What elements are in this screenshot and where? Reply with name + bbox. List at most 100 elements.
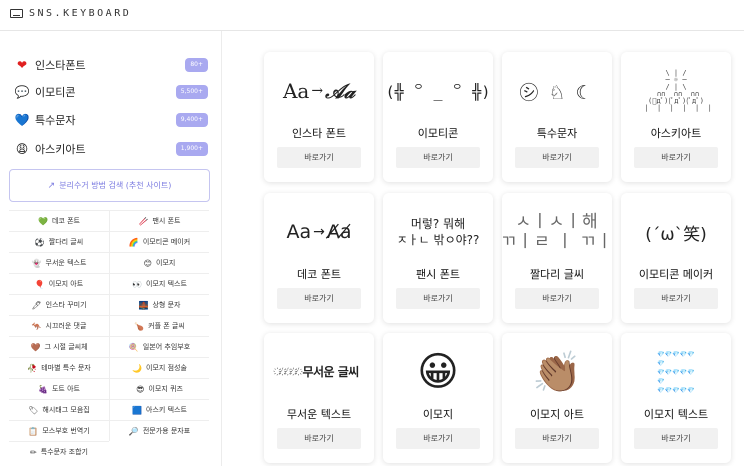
card-fancy-font[interactable]: 머렇? 뭐해 ㅈㅏㄴ 밖ㅇ야?? 팬시 폰트 바로가기 bbox=[383, 193, 493, 323]
card-title: 짤다리 글씨 bbox=[529, 268, 585, 281]
grid-item-japanese-marks[interactable]: 🍭 일본어 추임부호 bbox=[109, 336, 209, 357]
card-preview: ㋛ ♘ ☾ bbox=[519, 81, 595, 104]
grid-item-morse[interactable]: 📋 모스부호 번역기 bbox=[9, 420, 109, 441]
top-bar: SNS.KEYBOARD bbox=[0, 0, 744, 31]
card-insta-font[interactable]: Aa → 𝒜𝒶 인스타 폰트 바로가기 bbox=[264, 52, 374, 182]
lollipop-icon: 🍭 bbox=[128, 342, 139, 352]
go-button[interactable]: 바로가기 bbox=[515, 428, 599, 449]
grid-item-couple-text[interactable]: 🍗 커플 폰 글씨 bbox=[109, 315, 209, 336]
go-button[interactable]: 바로가기 bbox=[515, 147, 599, 168]
grid-item-char-table[interactable]: 🔎 전문가용 문자표 bbox=[109, 420, 209, 441]
grid-item-loud-comment[interactable]: 🦘 시끄러운 댓글 bbox=[9, 315, 109, 336]
grid-item-dot-art[interactable]: 🍇 도트 아트 bbox=[9, 378, 109, 399]
category-ascii-art[interactable]: 😩 아스키아트 1,900+ bbox=[14, 140, 208, 158]
card-preview: Aa → 𝒜𝒶 bbox=[282, 79, 355, 103]
grid-item-emoji[interactable]: 😊 이모지 bbox=[109, 252, 209, 273]
go-button[interactable]: 바로가기 bbox=[277, 288, 361, 309]
grid-item-insta-decorate[interactable]: 🖊 인스타 꾸미기 bbox=[9, 294, 109, 315]
logo-text: SNS.KEYBOARD bbox=[29, 8, 132, 19]
count-badge: 5,500+ bbox=[175, 85, 208, 99]
grid-item-short-text[interactable]: ⚽ 짤다리 글씨 bbox=[9, 231, 109, 252]
soccer-ball-icon: ⚽ bbox=[34, 237, 45, 247]
go-button[interactable]: 바로가기 bbox=[634, 288, 718, 309]
bridge-icon: 🌉 bbox=[138, 300, 149, 310]
grid-item-char-combiner[interactable]: ✏ 특수문자 조합기 bbox=[9, 441, 109, 462]
card-preview: (´ω`笑) bbox=[645, 224, 707, 245]
go-button[interactable]: 바로가기 bbox=[515, 288, 599, 309]
drumstick-icon: 🍗 bbox=[134, 321, 145, 331]
grid-item-scary-text[interactable]: 👻 무서운 텍스트 bbox=[9, 252, 109, 273]
count-badge: 80+ bbox=[185, 58, 208, 72]
card-title: 인스타 폰트 bbox=[291, 127, 347, 140]
guide-label: 분리수거 방법 검색 (추천 사이트) bbox=[59, 181, 172, 190]
grid-item-hashtags[interactable]: 🏷 해시태그 모음집 bbox=[9, 399, 109, 420]
go-button[interactable]: 바로가기 bbox=[634, 147, 718, 168]
kangaroo-icon: 🦘 bbox=[31, 321, 42, 331]
card-title: 이모지 bbox=[422, 408, 454, 421]
sunglasses-icon: 😎 bbox=[136, 384, 145, 394]
card-title: 특수문자 bbox=[536, 127, 578, 140]
brown-heart-icon: 🤎 bbox=[30, 342, 41, 352]
category-label: 특수문자 bbox=[35, 114, 76, 127]
grid-item-ascii-text[interactable]: 🟦 아스키 텍스트 bbox=[109, 399, 209, 420]
grinning-face-icon: 😀 bbox=[417, 349, 459, 395]
card-emoji-text[interactable]: 💎💎💎💎💎 💎 💎💎💎💎💎 💎 💎💎💎💎💎 이모지 텍스트 바로가기 bbox=[621, 333, 731, 463]
card-preview: \ | / ─ ☼ ─ / | \ ∩∩ ∩∩ ∩∩ (ﾟдﾟ)(ﾟдﾟ)(ﾟд… bbox=[644, 69, 712, 112]
category-special-chars[interactable]: 💙 특수문자 9,400+ bbox=[14, 111, 208, 129]
category-label: 아스키아트 bbox=[35, 143, 86, 156]
grid-item-emoticon-maker[interactable]: 🌈 이모티콘 메이커 bbox=[109, 231, 209, 252]
eyes-icon: 👀 bbox=[132, 279, 143, 289]
card-short-text[interactable]: ㅅㅣㅅㅣ해 ㄲㅣㄹ ㅣ ㄲㅣ 짤다리 글씨 바로가기 bbox=[501, 193, 612, 323]
grid-item-theme-chars[interactable]: 🥀 테마별 특수 문자 bbox=[9, 357, 109, 378]
ghost-icon: 👻 bbox=[31, 258, 42, 268]
grid-item-emoji-art[interactable]: 🎈 이모지 아트 bbox=[9, 273, 109, 294]
grid-item-emoji-quiz[interactable]: 😎 이모지 퀴즈 bbox=[109, 378, 209, 399]
category-insta-font[interactable]: ❤ 인스타폰트 80+ bbox=[14, 56, 208, 74]
card-emoji[interactable]: 😀 이모지 바로가기 bbox=[383, 333, 493, 463]
grapes-icon: 🍇 bbox=[38, 384, 48, 394]
card-title: 이모지 텍스트 bbox=[643, 408, 709, 421]
grid-item-fancy-font[interactable]: 🥢 팬시 폰트 bbox=[109, 210, 209, 231]
grid-item-emoji-astrology[interactable]: 🌙 이모지 점성술 bbox=[109, 357, 209, 378]
pencil-icon: ✏ bbox=[29, 447, 37, 457]
card-ascii-art[interactable]: \ | / ─ ☼ ─ / | \ ∩∩ ∩∩ ∩∩ (ﾟдﾟ)(ﾟдﾟ)(ﾟд… bbox=[621, 52, 731, 182]
card-title: 팬시 폰트 bbox=[416, 268, 460, 281]
go-button[interactable]: 바로가기 bbox=[277, 147, 361, 168]
moon-icon: 🌙 bbox=[132, 363, 143, 373]
smile-icon: 😊 bbox=[143, 258, 152, 268]
face-icon: 😩 bbox=[15, 142, 29, 156]
go-button[interactable]: 바로가기 bbox=[634, 428, 718, 449]
grid-item-emoji-text[interactable]: 👀 이모지 텍스트 bbox=[109, 273, 209, 294]
card-emoji-art[interactable]: 👏🏽 이모지 아트 바로가기 bbox=[502, 333, 612, 463]
heart-icon: ❤ bbox=[16, 58, 28, 72]
balloon-icon: 🎈 bbox=[34, 279, 45, 289]
card-preview: 💎💎💎💎💎 💎 💎💎💎💎💎 💎 💎💎💎💎💎 bbox=[657, 350, 695, 394]
blue-square-icon: 🟦 bbox=[132, 405, 143, 415]
go-button[interactable]: 바로가기 bbox=[277, 428, 361, 449]
clipboard-icon: 📋 bbox=[28, 426, 39, 436]
chopsticks-icon: 🥢 bbox=[138, 216, 149, 226]
clapping-hands-icon: 👏🏽 bbox=[532, 349, 582, 396]
go-button[interactable]: 바로가기 bbox=[396, 428, 480, 449]
pen-icon: 🖊 bbox=[31, 300, 42, 310]
card-preview: ҉ ̸ ҉ ̸ ҉ ̸ ҉ ̸ ҉ 무서운 글씨 bbox=[279, 364, 359, 379]
count-badge: 9,400+ bbox=[175, 113, 208, 127]
count-badge: 1,900+ bbox=[175, 142, 208, 156]
category-label: 인스타폰트 bbox=[35, 59, 86, 72]
recycling-guide-button[interactable]: ↗ 분리수거 방법 검색 (추천 사이트) bbox=[9, 169, 210, 202]
grid-item-deco-font[interactable]: 💚 데코 폰트 bbox=[9, 210, 109, 231]
card-preview: (╬ ꒪ _ ꒪ ╬) bbox=[385, 83, 491, 101]
grid-item-hieroglyph[interactable]: 🌉 상형 문자 bbox=[109, 294, 209, 315]
go-button[interactable]: 바로가기 bbox=[396, 147, 480, 168]
go-button[interactable]: 바로가기 bbox=[396, 288, 480, 309]
site-logo[interactable]: SNS.KEYBOARD bbox=[10, 8, 131, 19]
category-emoticon[interactable]: 💬 이모티콘 5,500+ bbox=[14, 83, 208, 101]
card-emoticon-maker[interactable]: (´ω`笑) 이모티콘 메이커 바로가기 bbox=[621, 193, 731, 323]
card-special-chars[interactable]: ㋛ ♘ ☾ 특수문자 바로가기 bbox=[502, 52, 612, 182]
magnifier-icon: 🔎 bbox=[128, 426, 139, 436]
card-emoticon[interactable]: (╬ ꒪ _ ꒪ ╬) 이모티콘 바로가기 bbox=[383, 52, 493, 182]
keyboard-icon bbox=[10, 9, 23, 18]
card-scary-text[interactable]: ҉ ̸ ҉ ̸ ҉ ̸ ҉ ̸ ҉ 무서운 글씨 무서운 텍스트 바로가기 bbox=[264, 333, 374, 463]
card-deco-font[interactable]: Aa → A̸a̸ 데코 폰트 바로가기 bbox=[264, 193, 374, 323]
grid-item-retro-font[interactable]: 🤎 그 시절 글씨체 bbox=[9, 336, 109, 357]
